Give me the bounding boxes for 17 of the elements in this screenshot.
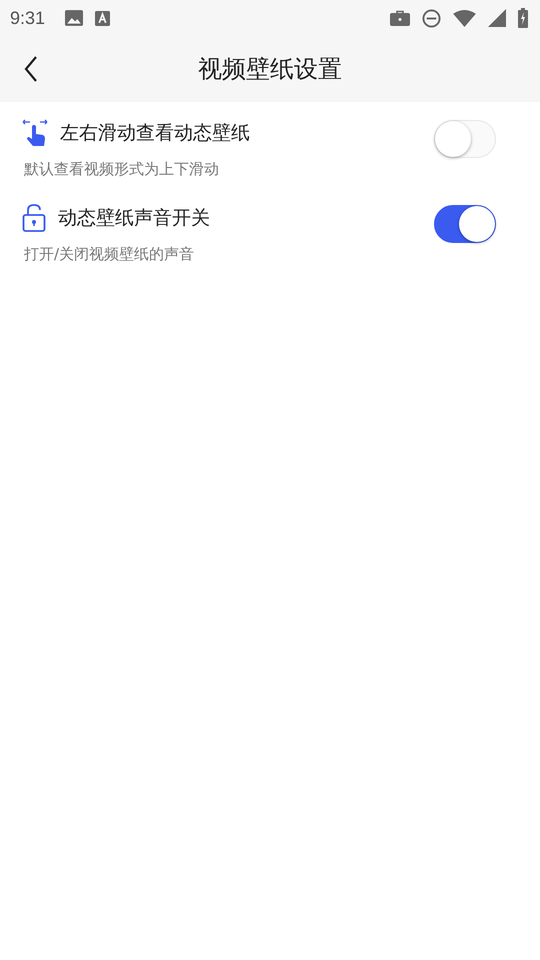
- back-icon[interactable]: [24, 56, 38, 82]
- setting-title: 左右滑动查看动态壁纸: [60, 121, 250, 146]
- wifi-icon: [453, 10, 476, 26]
- unlocked-padlock-icon: [22, 203, 46, 233]
- text-notification-icon: [95, 10, 110, 26]
- status-time: 9:31: [10, 8, 46, 28]
- do-not-disturb-icon: [422, 8, 441, 28]
- briefcase-icon: [390, 10, 410, 26]
- swipe-hand-icon: [22, 118, 48, 148]
- setting-description: 打开/关闭视频壁纸的声音: [23, 245, 196, 264]
- battery-icon: [518, 8, 528, 28]
- page-title: 视频壁纸设置: [198, 54, 342, 85]
- toggle-switch[interactable]: [434, 204, 496, 242]
- setting-title: 动态壁纸声音开关: [58, 206, 210, 231]
- signal-icon: [488, 9, 506, 27]
- image-icon: [65, 10, 84, 26]
- setting-description: 默认查看视频形式为上下滑动: [23, 160, 220, 179]
